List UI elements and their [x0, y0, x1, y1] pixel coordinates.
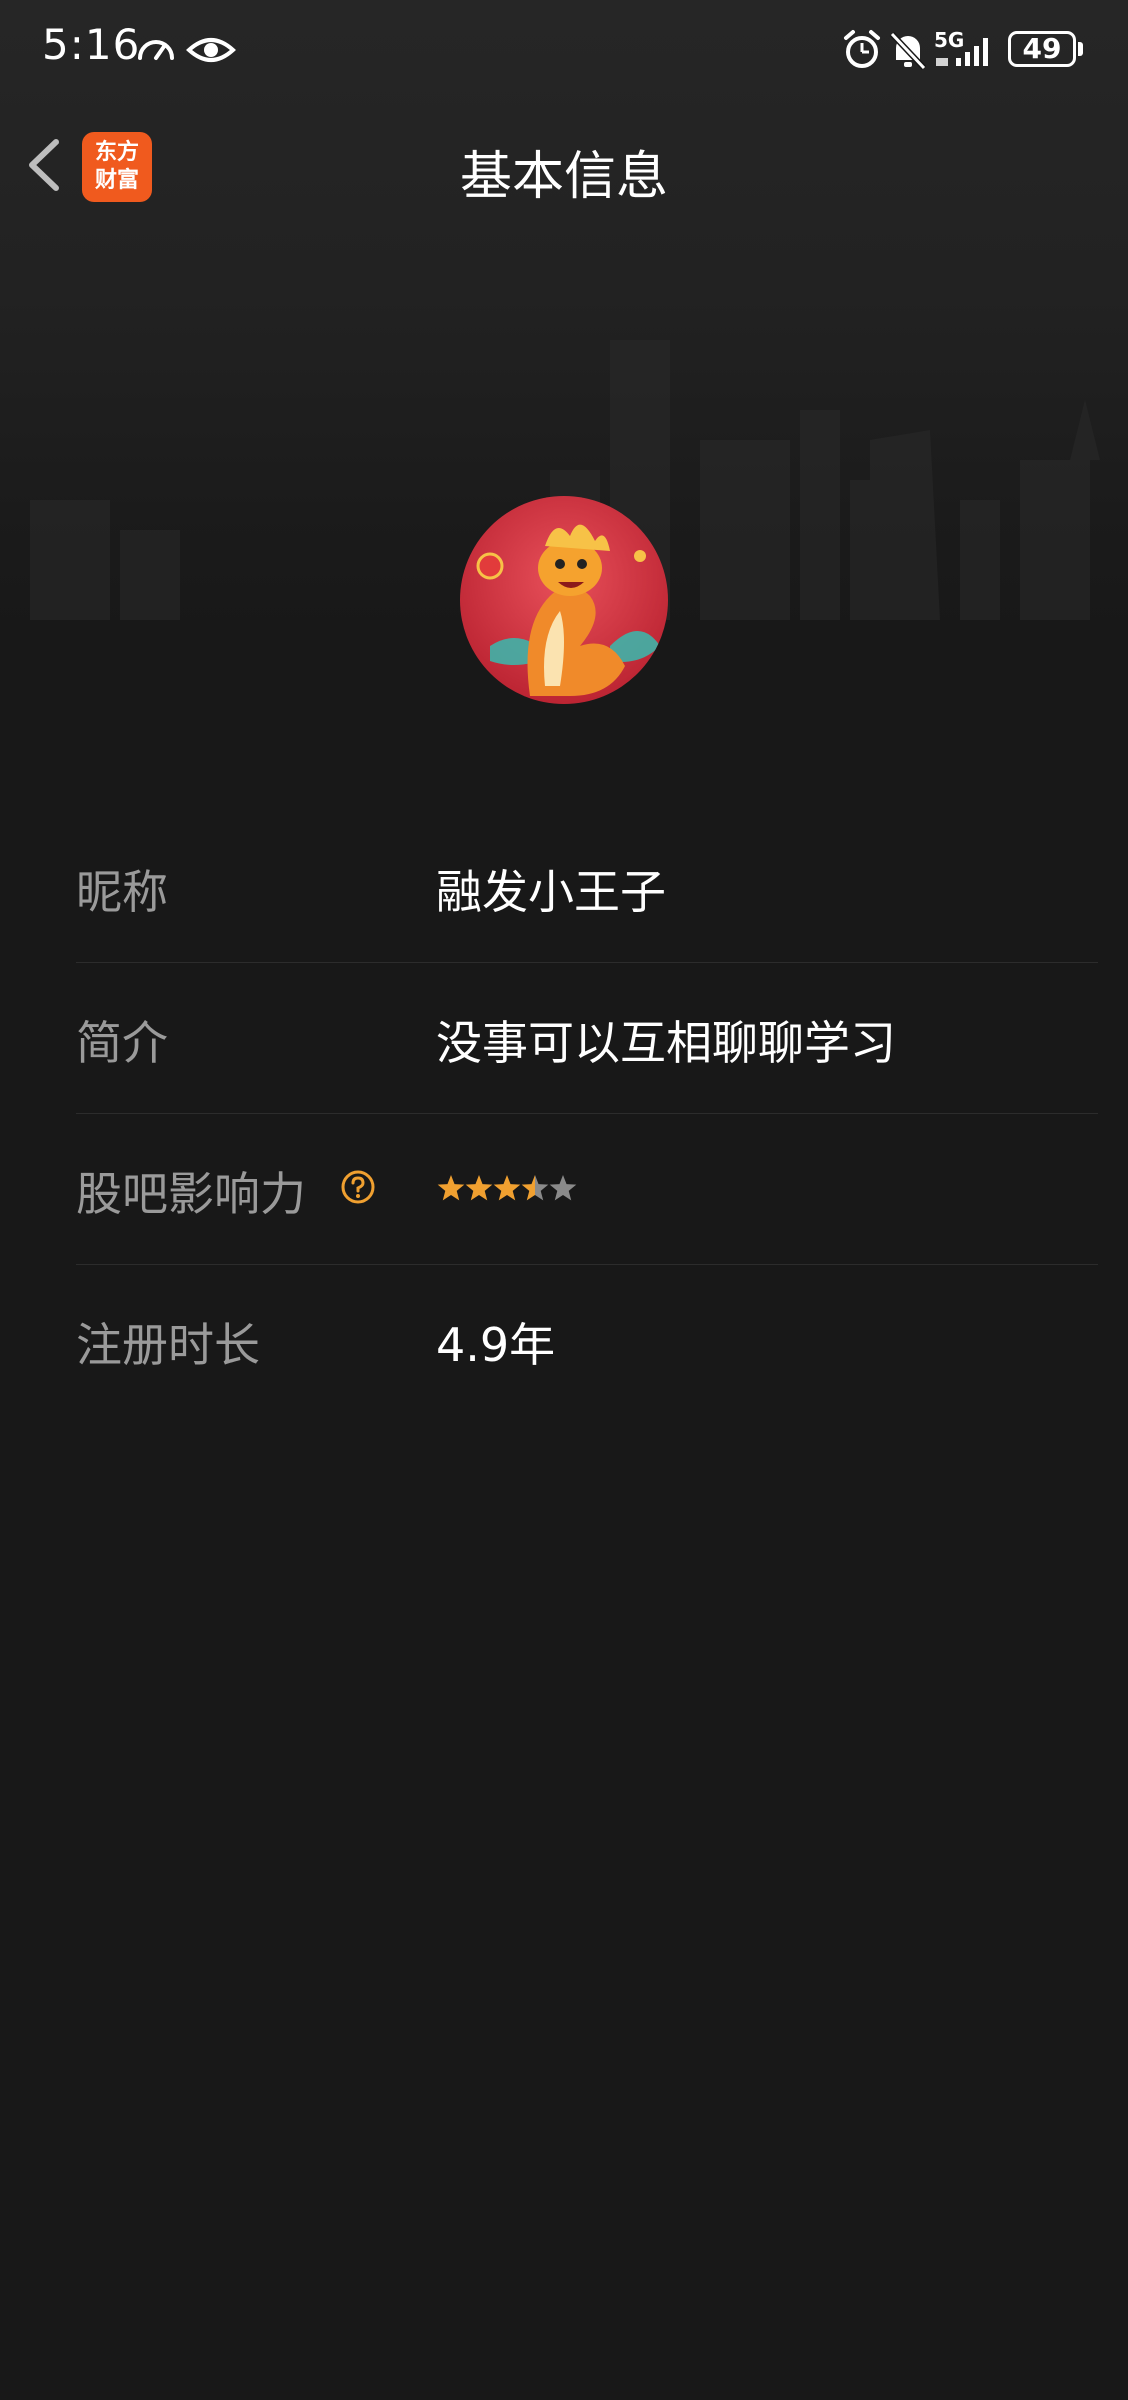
bio-row: 简介 没事可以互相聊聊学习	[76, 963, 1098, 1114]
influence-row: 股吧影响力	[76, 1114, 1098, 1265]
bio-label: 简介	[76, 1016, 168, 1070]
nickname-row: 昵称 融发小王子	[76, 812, 1098, 963]
registration-label: 注册时长	[76, 1318, 260, 1372]
nickname-value: 融发小王子	[436, 865, 666, 919]
registration-value: 4.9年	[436, 1318, 556, 1372]
avatar[interactable]	[460, 496, 668, 704]
eye-icon	[186, 38, 236, 62]
profile-info-list: 昵称 融发小王子 简介 没事可以互相聊聊学习 股吧影响力 注册时长 4.9年	[76, 812, 1098, 1415]
battery-indicator: 49	[1008, 31, 1076, 67]
status-time: 5:16	[42, 20, 141, 69]
registration-row: 注册时长 4.9年	[76, 1265, 1098, 1415]
speedometer-icon	[138, 40, 174, 60]
signal-bars-icon	[936, 38, 988, 66]
alarm-clock-icon	[844, 30, 880, 68]
influence-star-rating	[437, 1175, 577, 1201]
bio-value: 没事可以互相聊聊学习	[436, 1016, 896, 1070]
page-title: 基本信息	[459, 147, 668, 207]
bell-off-icon	[889, 31, 927, 71]
star-icon	[521, 1175, 549, 1201]
star-icon	[493, 1175, 521, 1201]
dragon-avatar-image	[460, 496, 668, 704]
question-circle-icon[interactable]	[340, 1169, 376, 1205]
status-bar: 5:16 5G 49	[0, 0, 1128, 100]
star-icon	[549, 1175, 577, 1201]
star-icon	[465, 1175, 493, 1201]
battery-tip	[1078, 42, 1083, 56]
star-icon	[437, 1175, 465, 1201]
influence-label: 股吧影响力	[76, 1167, 306, 1221]
nickname-label: 昵称	[76, 865, 168, 919]
